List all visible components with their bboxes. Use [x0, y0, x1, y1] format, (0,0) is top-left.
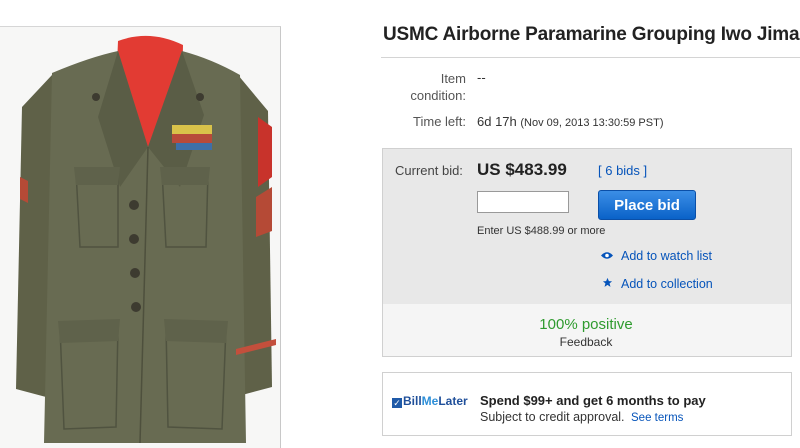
minimum-bid-hint: Enter US $488.99 or more [477, 225, 606, 237]
add-to-collection-link[interactable]: Add to collection [600, 277, 713, 291]
add-to-watch-list-link[interactable]: Add to watch list [600, 249, 712, 263]
time-left-label: Time left: [413, 114, 466, 129]
feedback-percent[interactable]: 100% positive [382, 316, 790, 333]
bml-logo-me: Me [421, 394, 439, 408]
listing-title: USMC Airborne Paramarine Grouping Iwo Ji… [383, 24, 800, 45]
feedback-label: Feedback [559, 335, 613, 349]
uniform-jacket-image [0, 27, 280, 448]
current-bid-value: US $483.99 [477, 160, 567, 179]
time-left-value: 6d 17h [477, 114, 517, 129]
star-icon [600, 277, 614, 291]
bml-logo-bill: Bill [403, 394, 422, 408]
eye-icon [600, 251, 614, 263]
collection-label: Add to collection [621, 277, 713, 291]
current-bid-label: Current bid: [395, 163, 463, 178]
condition-label-line1: Item [440, 71, 466, 86]
watch-list-label: Add to watch list [621, 249, 713, 263]
item-condition-value: -- [477, 70, 486, 85]
item-condition-label: Item condition: [400, 70, 466, 104]
end-date: (Nov 09, 2013 13:30:59 PST) [520, 117, 664, 129]
condition-label-line2: condition: [410, 88, 466, 103]
bill-me-later-logo: ✓ BillMeLater [392, 394, 468, 408]
bml-offer-text: Spend $99+ and get 6 months to pay [480, 393, 706, 408]
bml-logo-later: Later [438, 394, 468, 408]
bml-subtext: Subject to credit approval. See terms [480, 410, 683, 424]
bid-amount-input[interactable] [477, 191, 569, 213]
place-bid-button[interactable]: Place bid [598, 190, 696, 220]
see-terms-link[interactable]: See terms [631, 412, 683, 424]
time-left-value-group: 6d 17h (Nov 09, 2013 13:30:59 PST) [477, 114, 663, 129]
bid-history-link[interactable]: [ 6 bids ] [598, 163, 647, 178]
bml-approval-text: Subject to credit approval. [480, 410, 625, 424]
checkmark-icon: ✓ [392, 398, 402, 408]
item-photo[interactable] [0, 26, 281, 448]
title-divider [381, 57, 800, 58]
